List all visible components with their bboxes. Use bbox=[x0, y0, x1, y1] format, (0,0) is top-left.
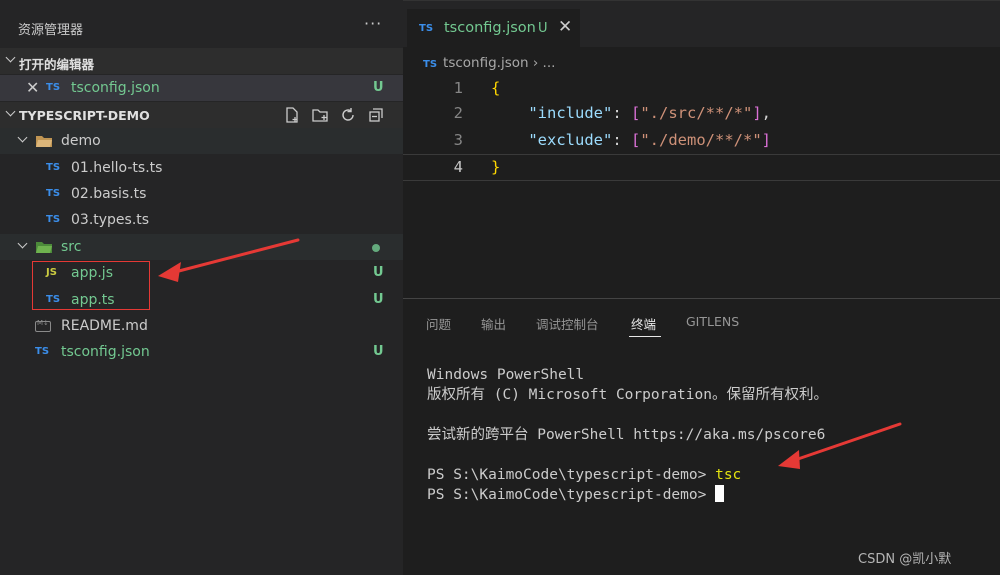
file-label: 01.hello-ts.ts bbox=[71, 160, 163, 176]
file-label: tsconfig.json bbox=[61, 344, 150, 360]
json-value: "./demo/**/*" bbox=[640, 131, 762, 149]
open-editor-item[interactable]: ✕ TS tsconfig.json U bbox=[0, 75, 403, 101]
code-line: 1 { bbox=[403, 76, 1000, 103]
typescript-file-icon: TS bbox=[35, 346, 50, 357]
line-number: 4 bbox=[453, 158, 463, 176]
file-label: README.md bbox=[61, 318, 148, 334]
open-editors-section-header[interactable]: 打开的编辑器 bbox=[0, 48, 403, 74]
typescript-file-icon: TS bbox=[46, 162, 61, 173]
folder-demo[interactable]: demo bbox=[0, 128, 403, 154]
terminal-line: Windows PowerShell bbox=[427, 367, 585, 383]
json-key: "include" bbox=[528, 104, 613, 122]
json-key: "exclude" bbox=[528, 131, 613, 149]
chevron-down-icon bbox=[18, 134, 28, 144]
collapse-all-icon[interactable] bbox=[367, 106, 385, 124]
code-line: 3 "exclude": ["./demo/**/*"] bbox=[403, 128, 1000, 155]
line-number: 2 bbox=[453, 104, 463, 122]
untracked-badge: U bbox=[373, 292, 384, 307]
code-text: "include": ["./src/**/*"], bbox=[528, 104, 772, 122]
tab-terminal[interactable]: 终端 bbox=[631, 314, 656, 333]
code-text: } bbox=[491, 158, 501, 176]
new-file-icon[interactable] bbox=[283, 106, 301, 124]
chevron-down-icon bbox=[6, 108, 16, 118]
code-line-current: 4 } bbox=[403, 154, 1000, 181]
terminal-line: 版权所有 (C) Microsoft Corporation。保留所有权利。 bbox=[427, 387, 828, 403]
terminal-prompt: PS S:\KaimoCode\typescript-demo> bbox=[427, 487, 716, 503]
terminal-line: 尝试新的跨平台 PowerShell https://aka.ms/pscore… bbox=[427, 427, 826, 443]
project-section-header[interactable]: TYPESCRIPT-DEMO bbox=[0, 102, 403, 128]
more-actions-icon[interactable]: ··· bbox=[364, 14, 382, 33]
file-item[interactable]: TS 02.basis.ts bbox=[0, 181, 403, 207]
file-item[interactable]: TS tsconfig.json U bbox=[0, 339, 403, 365]
terminal-output[interactable]: Windows PowerShell 版权所有 (C) Microsoft Co… bbox=[427, 365, 828, 505]
explorer-sidebar: 资源管理器 ··· 打开的编辑器 ✕ TS tsconfig.json U TY… bbox=[0, 0, 403, 575]
annotation-highlight-box bbox=[32, 261, 150, 310]
untracked-badge: U bbox=[538, 21, 548, 36]
typescript-file-icon: TS bbox=[419, 23, 434, 34]
terminal-prompt: PS S:\KaimoCode\typescript-demo> bbox=[427, 467, 716, 483]
untracked-badge: U bbox=[373, 344, 384, 359]
editor-tabs: TS tsconfig.json U ✕ bbox=[403, 0, 1000, 48]
line-number: 3 bbox=[453, 131, 463, 149]
typescript-file-icon: TS bbox=[46, 214, 61, 225]
code-line: 2 "include": ["./src/**/*"], bbox=[403, 101, 1000, 128]
untracked-badge: U bbox=[373, 265, 384, 280]
file-item[interactable]: TS 01.hello-ts.ts bbox=[0, 155, 403, 181]
bottom-panel: 问题 输出 调试控制台 终端 GITLENS Windows PowerShel… bbox=[403, 298, 1000, 575]
editor-area: TS tsconfig.json U ✕ TS tsconfig.json › .… bbox=[403, 0, 1000, 298]
tab-title: tsconfig.json bbox=[444, 20, 536, 36]
code-text: { bbox=[491, 79, 501, 97]
breadcrumb[interactable]: TS tsconfig.json › ... bbox=[423, 55, 555, 71]
code-text: "exclude": ["./demo/**/*"] bbox=[528, 131, 772, 149]
breadcrumb-rest[interactable]: › ... bbox=[533, 55, 556, 71]
chevron-down-icon bbox=[18, 240, 28, 250]
close-icon[interactable]: ✕ bbox=[558, 17, 572, 37]
typescript-file-icon: TS bbox=[46, 188, 61, 199]
new-folder-icon[interactable] bbox=[311, 106, 329, 124]
typescript-file-icon: TS bbox=[46, 82, 61, 93]
refresh-icon[interactable] bbox=[339, 106, 357, 124]
terminal-command: tsc bbox=[715, 467, 742, 483]
project-name: TYPESCRIPT-DEMO bbox=[19, 108, 150, 123]
terminal-prompt-line: PS S:\KaimoCode\typescript-demo> bbox=[427, 485, 828, 505]
folder-label: src bbox=[61, 239, 82, 255]
open-editors-label: 打开的编辑器 bbox=[19, 57, 95, 72]
untracked-badge: U bbox=[373, 80, 384, 95]
explorer-header: 资源管理器 ··· bbox=[0, 0, 403, 48]
folder-src[interactable]: src bbox=[0, 234, 403, 260]
json-value: "./src/**/*" bbox=[640, 104, 753, 122]
folder-label: demo bbox=[61, 133, 101, 149]
line-number: 1 bbox=[453, 79, 463, 97]
active-tab-indicator bbox=[629, 336, 661, 337]
tab-output[interactable]: 输出 bbox=[481, 314, 506, 333]
watermark: CSDN @凯小默 bbox=[858, 552, 952, 567]
breadcrumb-file[interactable]: tsconfig.json bbox=[443, 55, 529, 71]
file-item[interactable]: TS 03.types.ts bbox=[0, 207, 403, 233]
tab-gitlens[interactable]: GITLENS bbox=[686, 314, 739, 329]
tab-debug-console[interactable]: 调试控制台 bbox=[536, 314, 599, 333]
terminal-cursor bbox=[715, 485, 725, 502]
markdown-icon bbox=[35, 319, 51, 332]
modified-dot bbox=[372, 244, 380, 252]
chevron-down-icon bbox=[6, 54, 16, 64]
open-editor-label: tsconfig.json bbox=[71, 80, 160, 96]
terminal-prompt-line: PS S:\KaimoCode\typescript-demo> tsc bbox=[427, 465, 828, 485]
file-label: 03.types.ts bbox=[71, 212, 150, 228]
close-icon[interactable]: ✕ bbox=[26, 78, 39, 97]
tab-problems[interactable]: 问题 bbox=[426, 314, 451, 333]
src-folder-icon bbox=[36, 242, 52, 253]
folder-open-icon bbox=[36, 136, 52, 147]
typescript-file-icon: TS bbox=[423, 59, 438, 70]
file-label: 02.basis.ts bbox=[71, 186, 147, 202]
explorer-title: 资源管理器 bbox=[18, 23, 84, 38]
file-item[interactable]: README.md bbox=[0, 313, 403, 339]
tab-tsconfig[interactable]: TS tsconfig.json U ✕ bbox=[407, 9, 580, 48]
